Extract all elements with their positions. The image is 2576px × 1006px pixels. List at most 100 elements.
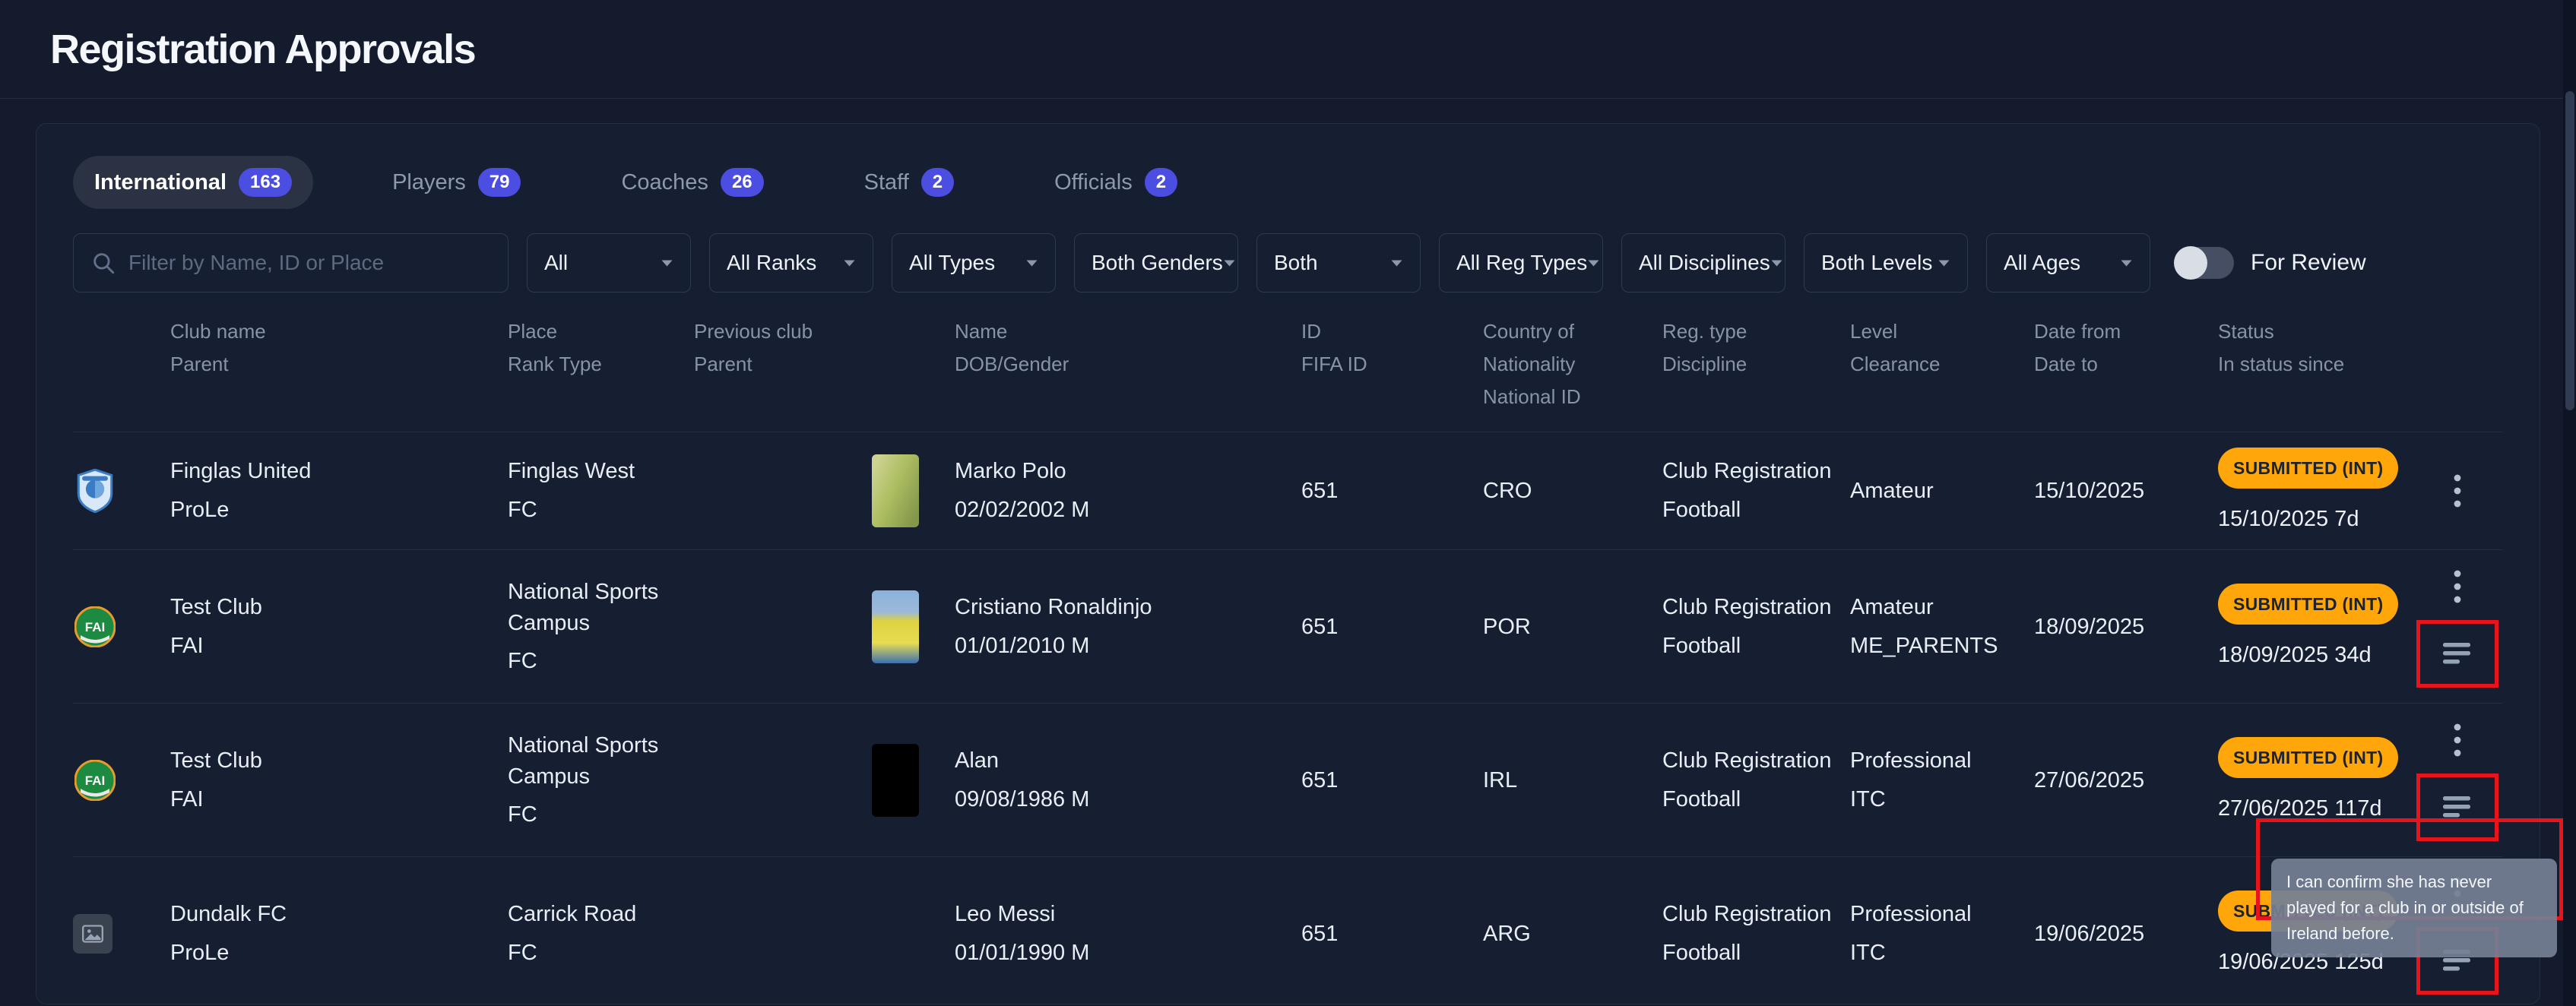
level-cell: ProfessionalITC: [1850, 884, 2034, 983]
club-name-cell: Test ClubFAI: [170, 730, 508, 830]
player-photo: [872, 744, 919, 817]
tab-players[interactable]: Players 79: [371, 156, 542, 209]
dropdown-value: All Ages: [2004, 251, 2080, 275]
chevron-down-icon: [1390, 259, 1403, 267]
kebab-menu-icon[interactable]: [2443, 470, 2472, 512]
dropdown-value: Both Levels: [1821, 251, 1932, 275]
column-header: Country of NationalityNational ID: [1483, 315, 1662, 413]
place-cell: National Sports CampusFC: [508, 562, 694, 692]
column-header: PlaceRank Type: [508, 315, 694, 413]
dropdown-value: Both: [1274, 251, 1318, 275]
for-review-toggle[interactable]: [2176, 247, 2234, 279]
dropdown-value: All Types: [909, 251, 995, 275]
top-bar: Registration Approvals: [0, 0, 2576, 99]
player-photo: [872, 590, 919, 663]
notes-icon[interactable]: [2437, 636, 2478, 672]
table-row[interactable]: FAI Test ClubFAI National Sports CampusF…: [73, 549, 2503, 703]
chevron-down-icon: [1587, 259, 1600, 267]
filter-dropdown-all[interactable]: All: [527, 233, 691, 293]
filter-dropdown-all-ages[interactable]: All Ages: [1986, 233, 2150, 293]
tab-coaches[interactable]: Coaches 26: [600, 156, 784, 209]
club-badge-image: FAI: [73, 758, 117, 802]
table-body: Finglas UnitedProLe Finglas WestFC Marko…: [73, 432, 2503, 1004]
chevron-down-icon: [1938, 259, 1950, 267]
country-cell: ARG: [1483, 903, 1662, 965]
tab-label: Coaches: [621, 170, 708, 195]
filter-dropdown-both-levels[interactable]: Both Levels: [1804, 233, 1968, 293]
chevron-down-icon: [1223, 259, 1236, 267]
scrollbar-track[interactable]: [2563, 0, 2576, 1006]
kebab-menu-icon[interactable]: [2443, 565, 2472, 608]
column-header: NameDOB/Gender: [955, 315, 1301, 413]
page-title: Registration Approvals: [50, 26, 475, 73]
reg-type-cell: Club RegistrationFootball: [1662, 730, 1850, 830]
reg-type-cell: Club RegistrationFootball: [1662, 441, 1850, 540]
dropdown-value: All: [544, 251, 568, 275]
previous-club-cell: [694, 765, 872, 796]
status-badge: SUBMITTED (INT): [2218, 448, 2398, 489]
country-cell: CRO: [1483, 460, 1662, 522]
filter-dropdown-all-ranks[interactable]: All Ranks: [709, 233, 873, 293]
dropdown-value: All Ranks: [727, 251, 816, 275]
tab-international[interactable]: International 163: [73, 156, 313, 209]
for-review-toggle-wrap: For Review: [2176, 247, 2366, 279]
table-row[interactable]: FAI Test ClubFAI National Sports CampusF…: [73, 703, 2503, 856]
club-badge-image: [73, 469, 117, 513]
dropdown-value: All Reg Types: [1456, 251, 1587, 275]
chevron-down-icon: [1770, 259, 1783, 267]
date-from-cell: 18/09/2025: [2034, 596, 2218, 658]
kebab-menu-icon[interactable]: [2443, 719, 2472, 761]
search-box: [73, 233, 509, 293]
notes-icon[interactable]: [2437, 789, 2478, 825]
column-header: IDFIFA ID: [1301, 315, 1483, 413]
registrations-panel: International 163 Players 79 Coaches 26 …: [36, 123, 2540, 1004]
tab-label: Officials: [1054, 170, 1133, 195]
tab-label: International: [94, 170, 227, 195]
dropdown-value: All Disciplines: [1639, 251, 1770, 275]
date-from-cell: 27/06/2025: [2034, 750, 2218, 811]
id-cell: 651: [1301, 596, 1483, 658]
chevron-down-icon: [2120, 259, 2133, 267]
tab-count-badge: 2: [1145, 168, 1177, 197]
filter-dropdown-both-genders[interactable]: Both Genders: [1074, 233, 1238, 293]
search-input[interactable]: [128, 251, 491, 275]
reg-type-cell: Club RegistrationFootball: [1662, 577, 1850, 676]
previous-club-cell: [694, 919, 872, 949]
club-badge-image: FAI: [73, 605, 117, 649]
dropdown-value: Both Genders: [1092, 251, 1223, 275]
filter-dropdown-both[interactable]: Both: [1256, 233, 1421, 293]
column-header: LevelClearance: [1850, 315, 2034, 413]
tab-count-badge: 26: [721, 168, 764, 197]
chevron-down-icon: [843, 259, 856, 267]
in-status-since: 15/10/2025 7d: [2218, 504, 2410, 535]
search-icon: [90, 250, 116, 276]
tab-officials[interactable]: Officials 2: [1033, 156, 1199, 209]
scrollbar-thumb[interactable]: [2565, 91, 2574, 410]
status-cell: SUBMITTED (INT) 27/06/2025 117d: [2218, 722, 2418, 840]
club-name-cell: Finglas UnitedProLe: [170, 441, 508, 540]
filter-dropdown-all-disciplines[interactable]: All Disciplines: [1621, 233, 1785, 293]
country-cell: IRL: [1483, 750, 1662, 811]
id-cell: 651: [1301, 750, 1483, 811]
country-cell: POR: [1483, 596, 1662, 658]
place-cell: National Sports CampusFC: [508, 715, 694, 846]
filter-bar: All All Ranks All Types Both Genders Bot…: [73, 233, 2503, 293]
table-row[interactable]: Finglas UnitedProLe Finglas WestFC Marko…: [73, 432, 2503, 550]
table-row[interactable]: Dundalk FCProLe Carrick RoadFC Leo Messi…: [73, 856, 2503, 1004]
tab-count-badge: 163: [239, 168, 292, 197]
level-cell: AmateurME_PARENTS: [1850, 577, 2034, 676]
player-photo: [872, 454, 919, 527]
tab-staff[interactable]: Staff 2: [843, 156, 975, 209]
for-review-label: For Review: [2251, 250, 2366, 276]
svg-text:FAI: FAI: [85, 773, 105, 788]
annotation-rectangle-small: [2416, 620, 2498, 688]
filter-dropdown-all-reg-types[interactable]: All Reg Types: [1439, 233, 1603, 293]
place-cell: Finglas WestFC: [508, 441, 694, 540]
id-cell: 651: [1301, 903, 1483, 965]
name-cell: Alan09/08/1986 M: [955, 730, 1301, 830]
tab-bar: International 163 Players 79 Coaches 26 …: [73, 156, 2503, 209]
filter-dropdown-all-types[interactable]: All Types: [892, 233, 1056, 293]
row-actions: [2418, 550, 2505, 703]
status-badge: SUBMITTED (INT): [2218, 584, 2398, 625]
svg-text:FAI: FAI: [85, 620, 105, 634]
